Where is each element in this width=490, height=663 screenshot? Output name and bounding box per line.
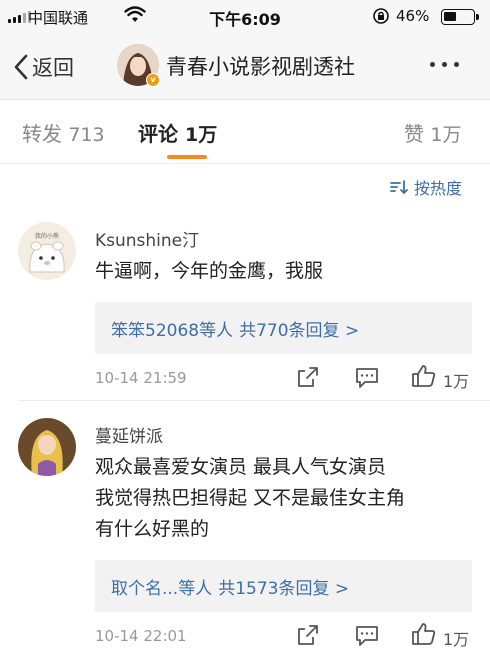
tab-count: 1万	[184, 124, 218, 146]
replies-link[interactable]: 取个名...等人 共1573条回复 >	[95, 560, 472, 612]
comment-timestamp: 10-14 21:59	[95, 369, 187, 387]
tab-label: 转发	[22, 122, 62, 146]
comment-username[interactable]: Ksunshine汀	[95, 226, 199, 251]
sort-icon	[390, 180, 408, 194]
comment-username[interactable]: 蔓延饼派	[95, 422, 163, 447]
comment-item: 我的小熊 Ksunshine汀 牛逼啊，今年的金鹰，我服 笨笨52068等人 共…	[0, 222, 490, 402]
tab-bar: 转发 713 评论 1万 赞 1万	[0, 100, 490, 164]
tab-label: 评论	[138, 122, 178, 146]
comment-text: 观众最喜爱女演员 最具人气女演员 我觉得热巴担得起 又不是最佳女主角 有什么好黑…	[95, 456, 406, 540]
share-icon[interactable]	[296, 624, 320, 646]
back-button[interactable]: 返回	[14, 52, 74, 82]
tab-count: 713	[68, 124, 105, 146]
comment-text: 牛逼啊，今年的金鹰，我服	[95, 260, 324, 282]
battery-level	[444, 12, 456, 21]
tab-label: 赞	[404, 122, 424, 146]
sort-label: 按热度	[414, 179, 463, 198]
replies-link[interactable]: 笨笨52068等人 共770条回复 >	[95, 302, 472, 354]
tab-reposts[interactable]: 转发 713	[22, 118, 105, 147]
battery-icon	[441, 9, 475, 25]
like-icon[interactable]	[411, 622, 437, 646]
reply-users: 笨笨52068等人	[111, 320, 234, 341]
user-avatar[interactable]	[18, 418, 76, 476]
reply-count: 共1573条回复 >	[218, 578, 350, 599]
like-icon[interactable]	[411, 364, 437, 388]
dot-icon	[442, 62, 447, 67]
like-count: 1万	[443, 630, 470, 649]
status-bar: 中国联通 下午6:09 46%	[0, 0, 490, 34]
active-tab-indicator	[167, 155, 207, 159]
avatar-image	[18, 418, 76, 476]
tab-likes[interactable]: 赞 1万	[404, 118, 461, 147]
back-label: 返回	[32, 56, 74, 80]
like-count: 1万	[443, 372, 470, 391]
dot-icon	[430, 62, 435, 67]
comment-timestamp: 10-14 22:01	[95, 627, 187, 645]
verified-badge: v	[146, 73, 160, 87]
reply-users: 取个名...等人	[111, 578, 213, 599]
tab-comments[interactable]: 评论 1万	[138, 118, 217, 147]
more-options-button[interactable]	[430, 62, 459, 67]
avatar-image: 我的小熊	[18, 222, 76, 280]
rotation-lock-icon	[373, 8, 389, 24]
page-title[interactable]: 青春小说影视剧透社	[166, 51, 355, 81]
comment-divider	[18, 400, 490, 401]
user-avatar[interactable]: 我的小熊	[18, 222, 76, 280]
battery-percent: 46%	[396, 7, 430, 25]
reply-icon[interactable]	[355, 625, 379, 647]
sort-by-popularity-button[interactable]: 按热度	[390, 175, 462, 199]
share-icon[interactable]	[296, 366, 320, 388]
chevron-left-icon	[14, 54, 28, 80]
tab-count: 1万	[430, 124, 462, 146]
dot-icon	[454, 62, 459, 67]
reply-count: 共770条回复 >	[239, 320, 360, 341]
comment-item: 蔓延饼派 观众最喜爱女演员 最具人气女演员 我觉得热巴担得起 又不是最佳女主角 …	[0, 418, 490, 663]
battery-tip	[476, 14, 479, 20]
svg-text:我的小熊: 我的小熊	[35, 232, 59, 240]
navigation-bar: 返回 v 青春小说影视剧透社	[0, 34, 490, 100]
reply-icon[interactable]	[355, 367, 379, 389]
